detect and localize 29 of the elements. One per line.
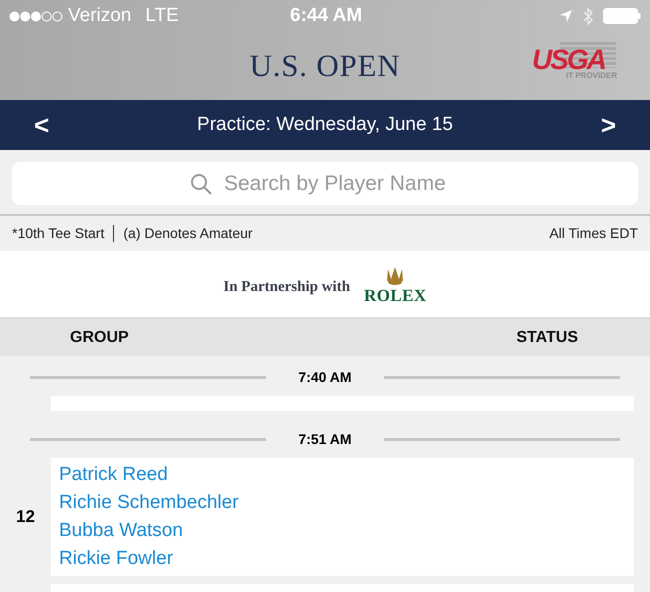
location-arrow-icon <box>559 9 573 23</box>
day-label: Practice: Wednesday, June 15 <box>196 112 454 137</box>
clock-time: 6:44 AM <box>290 4 362 28</box>
network-type: LTE <box>145 4 179 28</box>
player-link[interactable]: Richie Schembechler <box>59 489 626 517</box>
column-header: GROUP <box>70 328 129 348</box>
search-icon <box>190 173 212 195</box>
rolex-logo: ROLEX <box>364 286 427 304</box>
legend-note: (a) Denotes Amateur <box>123 224 253 243</box>
battery-icon <box>603 8 641 24</box>
tee-time: 7:51 AM <box>297 430 353 448</box>
next-day-button[interactable]: > <box>600 106 616 144</box>
player-link[interactable]: Bubba Watson <box>59 517 626 545</box>
crown-icon <box>385 264 406 286</box>
group-number: 12 <box>16 507 35 526</box>
tee-time: 7:40 AM <box>297 368 353 386</box>
column-header: STATUS <box>516 328 578 348</box>
player-link[interactable]: Patrick Reed <box>59 461 626 489</box>
app-title: U.S. OPEN <box>250 46 400 85</box>
player-card[interactable]: Patrick Reed Richie Schembechler Bubba Watson Rickie Fowler <box>51 458 634 576</box>
signal-icon <box>9 10 63 22</box>
previous-day-button[interactable]: < <box>34 106 50 144</box>
search-field[interactable]: Search by Player Name <box>12 162 638 205</box>
carrier-name: Verizon <box>68 4 132 28</box>
partnership-text: In Partnership with <box>223 278 350 297</box>
player-link[interactable]: Rickie Fowler <box>59 545 626 573</box>
timezone-note: All Times EDT <box>549 224 638 243</box>
legend-note: *10th Tee Start <box>12 224 104 243</box>
bluetooth-icon <box>583 8 593 24</box>
